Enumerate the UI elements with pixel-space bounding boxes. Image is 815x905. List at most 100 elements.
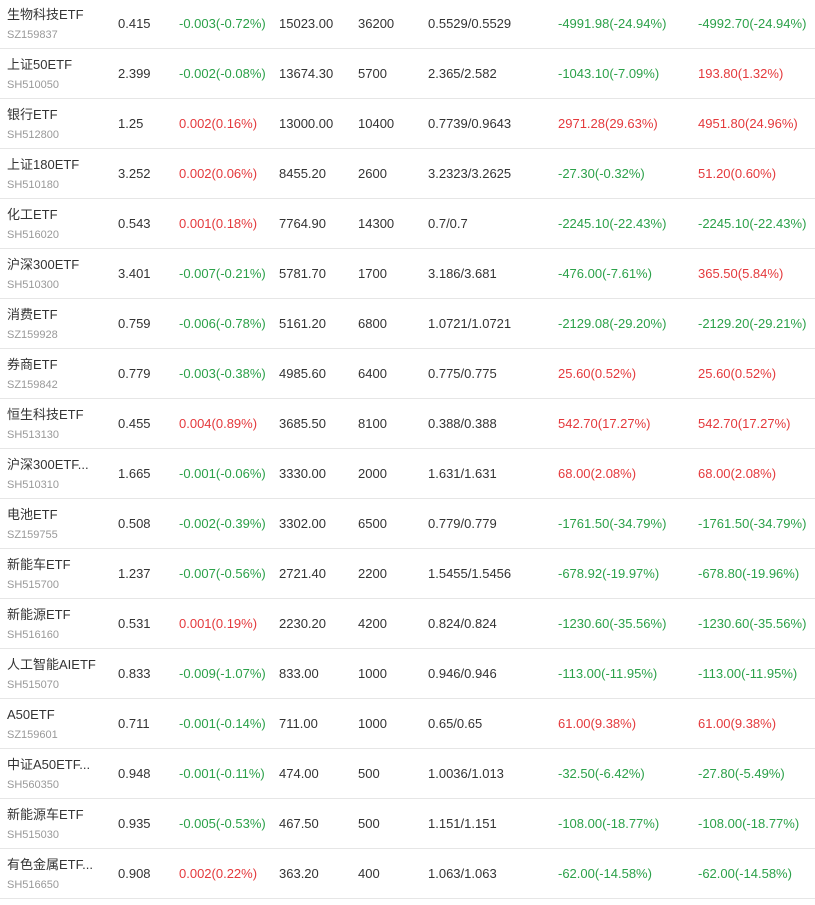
table-row[interactable]: 券商ETF SZ159842 0.779 -0.003(-0.38%) 4985… (0, 349, 815, 399)
fund-name[interactable]: 化工ETF (7, 207, 107, 223)
fund-name-cell: 上证180ETF SH510180 (7, 149, 107, 198)
table-row[interactable]: 沪深300ETF... SH510310 1.665 -0.001(-0.06%… (0, 449, 815, 499)
quantity-cell: 5700 (358, 66, 387, 81)
table-row[interactable]: 电池ETF SZ159755 0.508 -0.002(-0.39%) 3302… (0, 499, 815, 549)
change-cell: 0.002(0.06%) (179, 166, 258, 181)
change-cell: -0.001(-0.06%) (179, 466, 266, 481)
fund-name[interactable]: 中证A50ETF... (7, 757, 107, 773)
table-row[interactable]: A50ETF SZ159601 0.711 -0.001(-0.14%) 711… (0, 699, 815, 749)
change-cell: 0.001(0.19%) (179, 616, 258, 631)
fund-name[interactable]: 电池ETF (7, 507, 107, 523)
fund-code: SZ159755 (7, 529, 58, 541)
fund-name[interactable]: 沪深300ETF (7, 257, 107, 273)
fund-name[interactable]: 新能车ETF (7, 557, 107, 573)
table-row[interactable]: 人工智能AIETF SH515070 0.833 -0.009(-1.07%) … (0, 649, 815, 699)
price-cell: 0.531 (118, 616, 151, 631)
fund-name[interactable]: 沪深300ETF... (7, 457, 107, 473)
cost-cell: 0.388/0.388 (428, 416, 497, 431)
fund-code: SH515070 (7, 679, 59, 691)
price-cell: 1.665 (118, 466, 151, 481)
fund-code: SH516020 (7, 229, 59, 241)
cost-cell: 0.779/0.779 (428, 516, 497, 531)
change-cell: -0.001(-0.11%) (179, 766, 265, 781)
fund-name-cell: 沪深300ETF... SH510310 (7, 449, 107, 498)
fund-code: SZ159842 (7, 379, 58, 391)
pnl-cell: 25.60(0.52%) (558, 366, 637, 381)
change-cell: -0.006(-0.78%) (179, 316, 266, 331)
change-cell: -0.007(-0.21%) (179, 266, 266, 281)
table-row[interactable]: 上证50ETF SH510050 2.399 -0.002(-0.08%) 13… (0, 49, 815, 99)
fund-name[interactable]: 新能源ETF (7, 607, 107, 623)
fund-name[interactable]: 上证50ETF (7, 57, 107, 73)
table-row[interactable]: 中证A50ETF... SH560350 0.948 -0.001(-0.11%… (0, 749, 815, 799)
pnl-alt-cell: -2245.10(-22.43%) (698, 216, 807, 231)
table-row[interactable]: 生物科技ETF SZ159837 0.415 -0.003(-0.72%) 15… (0, 0, 815, 49)
table-row[interactable]: 新能源车ETF SH515030 0.935 -0.005(-0.53%) 46… (0, 799, 815, 849)
fund-name[interactable]: 生物科技ETF (7, 7, 107, 23)
fund-code: SH513130 (7, 429, 59, 441)
pnl-cell: 61.00(9.38%) (558, 716, 637, 731)
quantity-cell: 2000 (358, 466, 387, 481)
fund-name-cell: 银行ETF SH512800 (7, 99, 107, 148)
table-row[interactable]: 新能源ETF SH516160 0.531 0.001(0.19%) 2230.… (0, 599, 815, 649)
price-cell: 2.399 (118, 66, 151, 81)
pnl-cell: 542.70(17.27%) (558, 416, 651, 431)
market-value-cell: 3685.50 (279, 416, 326, 431)
market-value-cell: 3330.00 (279, 466, 326, 481)
price-cell: 0.455 (118, 416, 151, 431)
market-value-cell: 13000.00 (279, 116, 334, 131)
pnl-cell: -1043.10(-7.09%) (558, 66, 660, 81)
market-value-cell: 4985.60 (279, 366, 326, 381)
market-value-cell: 3302.00 (279, 516, 326, 531)
price-cell: 0.935 (118, 816, 151, 831)
cost-cell: 0.65/0.65 (428, 716, 483, 731)
fund-name[interactable]: A50ETF (7, 707, 107, 723)
table-row[interactable]: 新能车ETF SH515700 1.237 -0.007(-0.56%) 272… (0, 549, 815, 599)
cost-cell: 3.2323/3.2625 (428, 166, 512, 181)
fund-name-cell: 恒生科技ETF SH513130 (7, 399, 107, 448)
price-cell: 0.711 (118, 716, 150, 731)
change-cell: -0.002(-0.39%) (179, 516, 266, 531)
quantity-cell: 500 (358, 766, 380, 781)
quantity-cell: 6500 (358, 516, 387, 531)
fund-name[interactable]: 上证180ETF (7, 157, 107, 173)
change-cell: -0.005(-0.53%) (179, 816, 266, 831)
fund-name[interactable]: 人工智能AIETF (7, 657, 107, 673)
pnl-alt-cell: 51.20(0.60%) (698, 166, 777, 181)
fund-code: SH510050 (7, 79, 59, 91)
fund-name-cell: 上证50ETF SH510050 (7, 49, 107, 98)
fund-name[interactable]: 新能源车ETF (7, 807, 107, 823)
table-row[interactable]: 上证180ETF SH510180 3.252 0.002(0.06%) 845… (0, 149, 815, 199)
market-value-cell: 474.00 (279, 766, 319, 781)
fund-name-cell: 化工ETF SH516020 (7, 199, 107, 248)
fund-name[interactable]: 消费ETF (7, 307, 107, 323)
table-row[interactable]: 有色金属ETF... SH516650 0.908 0.002(0.22%) 3… (0, 849, 815, 899)
fund-name[interactable]: 银行ETF (7, 107, 107, 123)
table-row[interactable]: 恒生科技ETF SH513130 0.455 0.004(0.89%) 3685… (0, 399, 815, 449)
cost-cell: 0.775/0.775 (428, 366, 497, 381)
table-row[interactable]: 化工ETF SH516020 0.543 0.001(0.18%) 7764.9… (0, 199, 815, 249)
quantity-cell: 400 (358, 866, 380, 881)
fund-code: SH560350 (7, 779, 59, 791)
table-row[interactable]: 银行ETF SH512800 1.25 0.002(0.16%) 13000.0… (0, 99, 815, 149)
table-row[interactable]: 沪深300ETF SH510300 3.401 -0.007(-0.21%) 5… (0, 249, 815, 299)
table-row[interactable]: 消费ETF SZ159928 0.759 -0.006(-0.78%) 5161… (0, 299, 815, 349)
market-value-cell: 13674.30 (279, 66, 334, 81)
market-value-cell: 467.50 (279, 816, 319, 831)
quantity-cell: 500 (358, 816, 380, 831)
pnl-cell: -62.00(-14.58%) (558, 866, 652, 881)
change-cell: -0.001(-0.14%) (179, 716, 266, 731)
cost-cell: 1.0721/1.0721 (428, 316, 512, 331)
quantity-cell: 4200 (358, 616, 387, 631)
pnl-alt-cell: 68.00(2.08%) (698, 466, 777, 481)
fund-name[interactable]: 券商ETF (7, 357, 107, 373)
fund-code: SH510300 (7, 279, 59, 291)
fund-name-cell: 新能车ETF SH515700 (7, 549, 107, 598)
change-cell: -0.003(-0.38%) (179, 366, 266, 381)
cost-cell: 0.824/0.824 (428, 616, 497, 631)
quantity-cell: 6400 (358, 366, 387, 381)
fund-name[interactable]: 恒生科技ETF (7, 407, 107, 423)
market-value-cell: 7764.90 (279, 216, 326, 231)
fund-name[interactable]: 有色金属ETF... (7, 857, 107, 873)
fund-code: SH512800 (7, 129, 59, 141)
